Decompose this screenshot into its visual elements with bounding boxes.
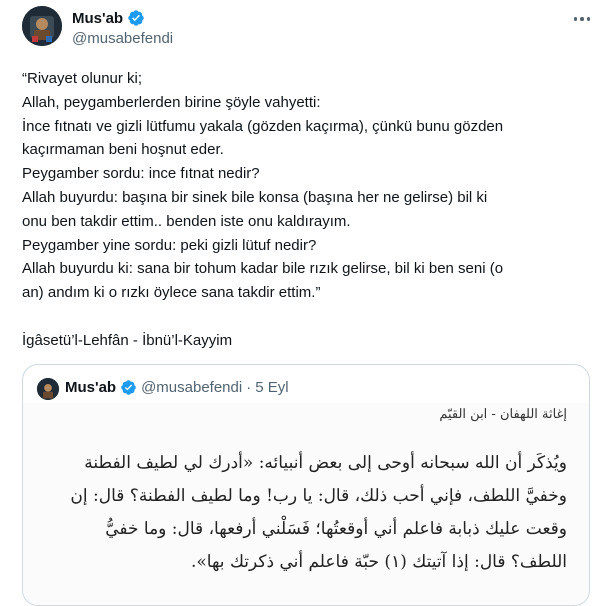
author-avatar[interactable] xyxy=(22,6,62,46)
verified-badge-icon xyxy=(127,9,145,27)
tweet-line: Allah buyurdu ki: sana bir tohum kadar b… xyxy=(22,260,504,278)
quoted-author-avatar[interactable] xyxy=(37,378,59,400)
dot-separator: · xyxy=(246,379,252,396)
more-options-icon[interactable] xyxy=(572,12,592,26)
tweet-line: Peygamber sordu: ince fıtnat nedir? xyxy=(22,165,260,183)
quoted-image[interactable]: إغاثة اللهفان - ابن القيّم ويُذكَر أن ال… xyxy=(23,403,589,605)
quoted-date[interactable]: 5 Eyl xyxy=(255,379,288,396)
author-name[interactable]: Mus'ab xyxy=(72,10,123,27)
tweet: Mus'ab @musabefendi “Rivayet olunur ki; … xyxy=(0,0,610,606)
tweet-line: onu ben takdir ettim.. benden iste onu k… xyxy=(22,212,351,230)
tweet-line: “Rivayet olunur ki; xyxy=(22,70,143,87)
tweet-line: İnce fıtnatı ve gizli lütfumu yakala (gö… xyxy=(22,117,504,135)
tweet-text: “Rivayet olunur ki; Allah, peygamberlerd… xyxy=(22,67,594,353)
quoted-handle[interactable]: @musabefendi xyxy=(141,379,242,396)
tweet-line: Allah buyurdu: başına bir sinek bile kon… xyxy=(22,188,488,206)
image-text-line: اللطف؟ قال: إذا آتيتك (١) حبّة فاعلم أني… xyxy=(190,552,567,572)
tweet-line: Allah, peygamberlerden birine şöyle vahy… xyxy=(22,93,321,111)
image-title: إغاثة اللهفان - ابن القيّم xyxy=(439,407,567,422)
author-row: Mus'ab xyxy=(72,9,145,27)
quoted-header: Mus'ab @musabefendi · 5 Eyl xyxy=(65,379,289,396)
tweet-line: Peygamber yine sordu: peki gizli lütuf n… xyxy=(22,236,317,254)
image-text-line: وقعت عليك ذبابة فاعلم أني أوقعتُها؛ فَسَ… xyxy=(105,519,567,539)
tweet-line: kaçırmaman beni hoşnut eder. xyxy=(22,141,224,159)
tweet-source: İgâsetü’l-Lehfân - İbnü’l-Kayyim xyxy=(22,331,233,349)
quoted-tweet[interactable]: Mus'ab @musabefendi · 5 Eyl إغاثة اللهفا… xyxy=(22,364,590,606)
image-text-line: ويُذكَر أن الله سبحانه أوحى إلى بعض أنبي… xyxy=(84,453,567,473)
image-text-line: وخفيَّ اللطف، فإني أحب ذلك، قال: يا رب! … xyxy=(70,486,567,506)
quoted-author-name[interactable]: Mus'ab xyxy=(65,379,116,396)
verified-badge-icon xyxy=(120,379,137,396)
author-handle[interactable]: @musabefendi xyxy=(72,30,173,47)
tweet-line: an) andım ki o rızkı öylece sana takdir … xyxy=(22,284,321,302)
